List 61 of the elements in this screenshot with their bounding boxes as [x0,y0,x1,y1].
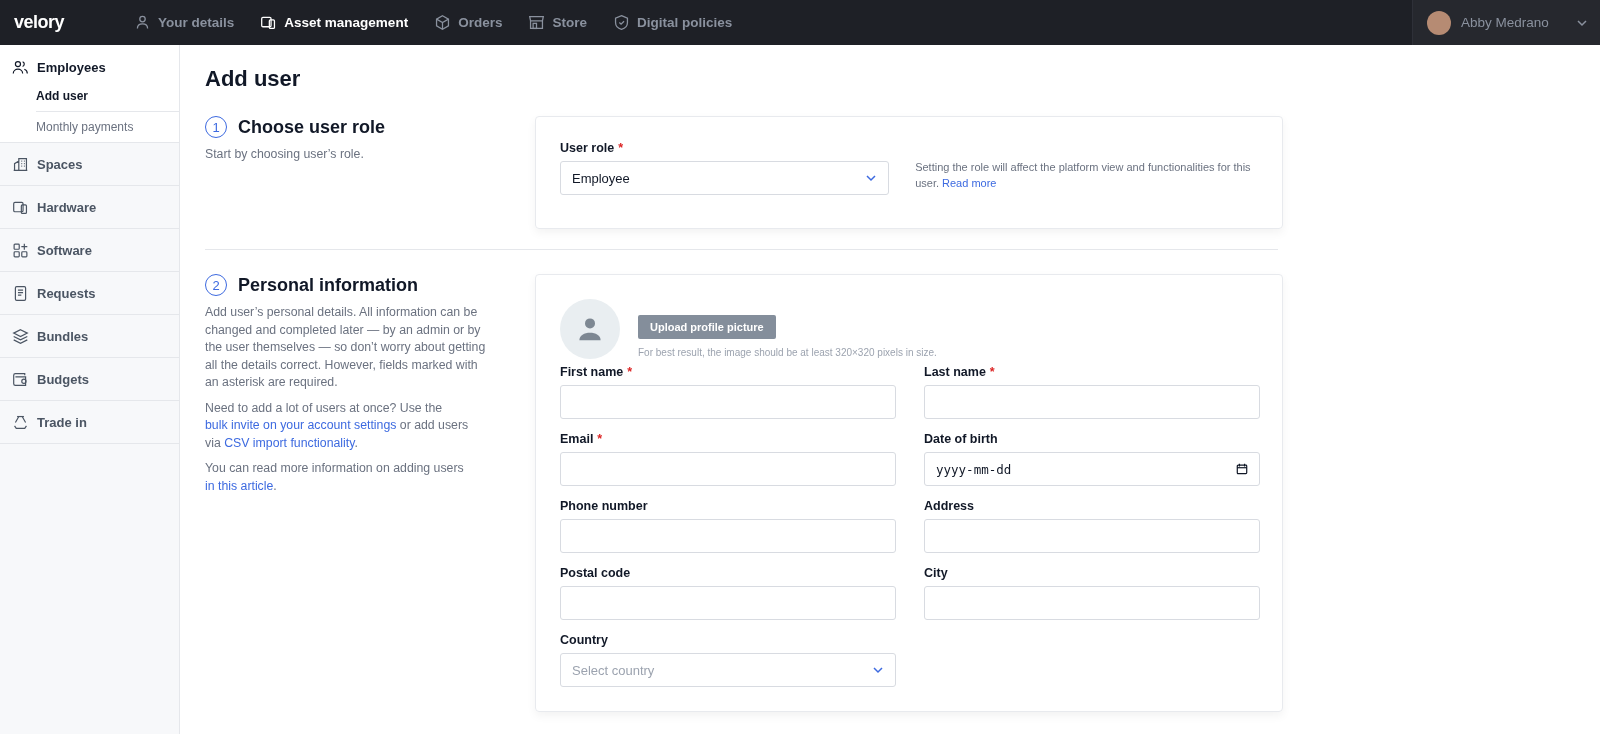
sidebar-item[interactable]: Bundles [0,315,179,357]
input-field[interactable] [560,519,896,553]
section-title: Personal information [238,274,419,296]
date-field[interactable]: yyyy-mm-dd [924,452,1260,486]
sidebar-subitem[interactable]: Add user [36,89,179,112]
field-label: User role * [560,141,625,155]
field-label: Address [924,499,976,513]
field-label: Email * [560,432,604,446]
sidebar-item[interactable]: Requests [0,272,179,314]
user-menu[interactable]: Abby Medrano [1412,0,1600,45]
chevron-down-icon [865,172,878,184]
calendar-icon [1236,463,1248,475]
nav-link[interactable]: Store [528,14,587,31]
sidebar-item[interactable]: Software [0,229,179,271]
building-icon [12,155,29,173]
field-label: Date of birth [924,432,999,446]
shield-check-icon [612,14,630,31]
description-text: Start by choosing user’s role. [205,146,365,163]
description-text: You can read more information on adding users in this article. [205,460,465,495]
input-field[interactable] [924,519,1260,553]
input-field[interactable] [924,586,1260,620]
help-text: Setting the role will affect the platform view and functionalities for this user. Read more [915,160,1252,191]
field-label: Phone number [560,499,649,513]
sidebar-item[interactable]: Employees [0,45,179,89]
input-field[interactable] [924,385,1260,419]
sidebar-item[interactable]: Hardware [0,186,179,228]
page-title: Add user [205,66,302,92]
document-icon [12,284,29,302]
store-icon [528,14,546,31]
people-icon [12,58,29,76]
field-label: First name * [560,365,634,379]
input-field[interactable] [560,385,896,419]
sidebar-item[interactable]: Trade in [0,401,179,443]
field-label: Country [560,633,609,647]
field-label: Postal code [560,566,632,580]
nav-link[interactable]: Your details [134,14,235,31]
logo[interactable]: velory [14,12,65,33]
wallet-icon [12,370,29,388]
nav-link[interactable]: Orders [434,14,503,31]
field-label: Last name * [924,365,996,379]
text-link[interactable]: Read more [942,177,997,189]
input-field[interactable] [560,586,896,620]
upload-hint: For best result, the image should be at least 320×320 pixels in size. [638,346,937,358]
section-title: Choose user role [238,116,386,138]
layers-icon [12,327,29,345]
text-link[interactable]: bulk invite on your account settings [205,418,397,432]
apps-icon [12,241,29,259]
sidebar-item[interactable]: Budgets [0,358,179,400]
sidebar-subitem[interactable]: Monthly payments [36,112,179,142]
field-label: City [924,566,949,580]
input-field[interactable] [560,452,896,486]
description-text: Need to add a lot of users at once? Use the bulk invite on your account settings or add users via CSV import functionality. [205,399,470,452]
description-text: Add user’s personal details. All information can be changed and completed later — by an admin or by the user themselves — so don’t worry about getting all the details correct. However, fields marked with an asterisk are required. [205,304,487,391]
sidebar-item[interactable]: Spaces [0,143,179,185]
devices-icon [260,14,278,31]
box-icon [434,14,452,31]
nav-link[interactable]: Digital policies [612,14,733,31]
chevron-down-icon [872,664,884,676]
nav-link[interactable]: Asset management [260,14,409,31]
avatar-circle [1427,10,1451,35]
select-field[interactable]: Employee [560,161,890,195]
